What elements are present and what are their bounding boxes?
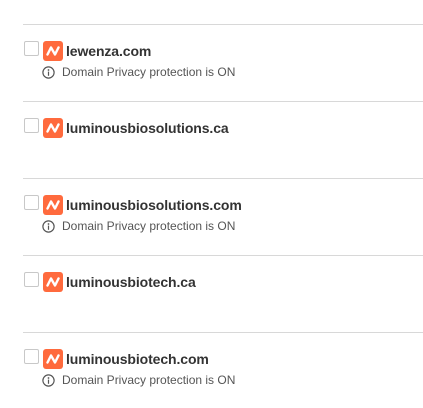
- domain-name[interactable]: luminousbiotech.ca: [66, 274, 196, 290]
- domain-row-luminousbiosolutions-ca: luminousbiosolutions.ca: [0, 102, 423, 178]
- domain-checkbox[interactable]: [24, 195, 39, 210]
- domain-checkbox[interactable]: [24, 349, 39, 364]
- domain-checkbox[interactable]: [24, 41, 39, 56]
- domain-brand-icon: [43, 272, 63, 292]
- domain-row-luminousbiotech-com: luminousbiotech.com Domain Privacy prote…: [0, 333, 423, 408]
- domain-row-luminousbiotech-ca: luminousbiotech.ca: [0, 256, 423, 332]
- privacy-status: Domain Privacy protection is ON: [42, 64, 235, 80]
- domain-brand-icon: [43, 41, 63, 61]
- domain-brand-icon: [43, 349, 63, 369]
- privacy-status: Domain Privacy protection is ON: [42, 218, 235, 234]
- info-icon: [42, 65, 55, 79]
- info-icon: [42, 373, 55, 387]
- privacy-text: Domain Privacy protection is ON: [62, 373, 236, 387]
- domain-row-lewenza-com: lewenza.com Domain Privacy protection is…: [0, 25, 423, 101]
- privacy-text: Domain Privacy protection is ON: [62, 65, 236, 79]
- domain-checkbox[interactable]: [24, 118, 39, 133]
- domain-brand-icon: [43, 195, 63, 215]
- domain-name[interactable]: luminousbiotech.com: [66, 351, 209, 367]
- domain-brand-icon: [43, 118, 63, 138]
- domain-name[interactable]: luminousbiosolutions.com: [66, 197, 242, 213]
- privacy-text: Domain Privacy protection is ON: [62, 219, 236, 233]
- info-icon: [42, 219, 55, 233]
- domain-name[interactable]: luminousbiosolutions.ca: [66, 120, 229, 136]
- domain-name[interactable]: lewenza.com: [66, 43, 151, 59]
- privacy-status: Domain Privacy protection is ON: [42, 372, 235, 388]
- domain-checkbox[interactable]: [24, 272, 39, 287]
- domain-row-luminousbiosolutions-com: luminousbiosolutions.com Domain Privacy …: [0, 179, 423, 255]
